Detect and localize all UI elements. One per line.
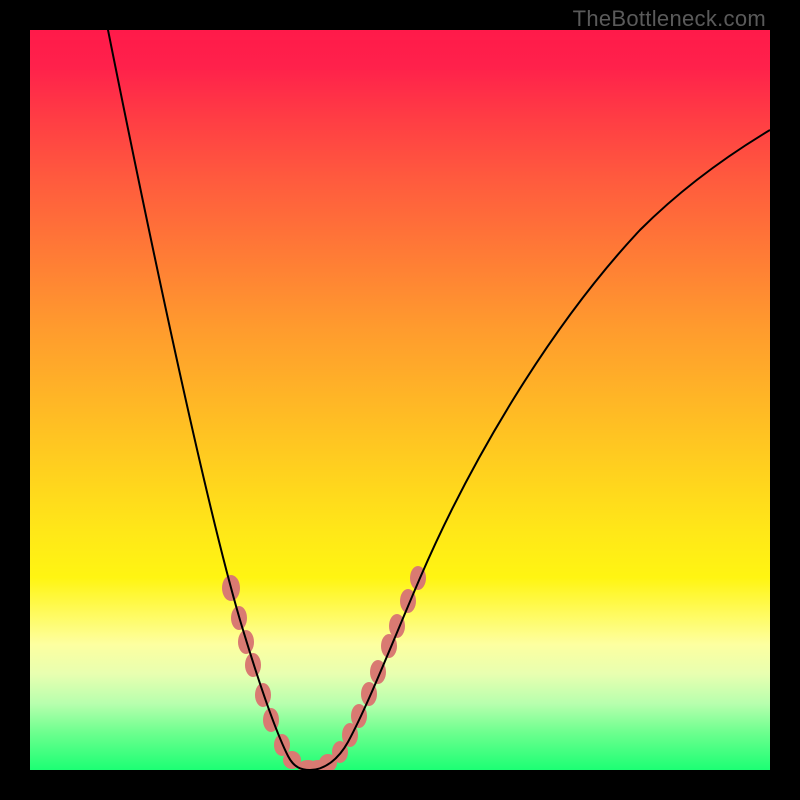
curve-left: [106, 30, 310, 770]
curve-right: [310, 130, 770, 770]
watermark-text: TheBottleneck.com: [573, 6, 766, 32]
plot-area: [30, 30, 770, 770]
curve-svg: [30, 30, 770, 770]
chart-container: TheBottleneck.com: [0, 0, 800, 800]
beads-group: [222, 566, 426, 770]
